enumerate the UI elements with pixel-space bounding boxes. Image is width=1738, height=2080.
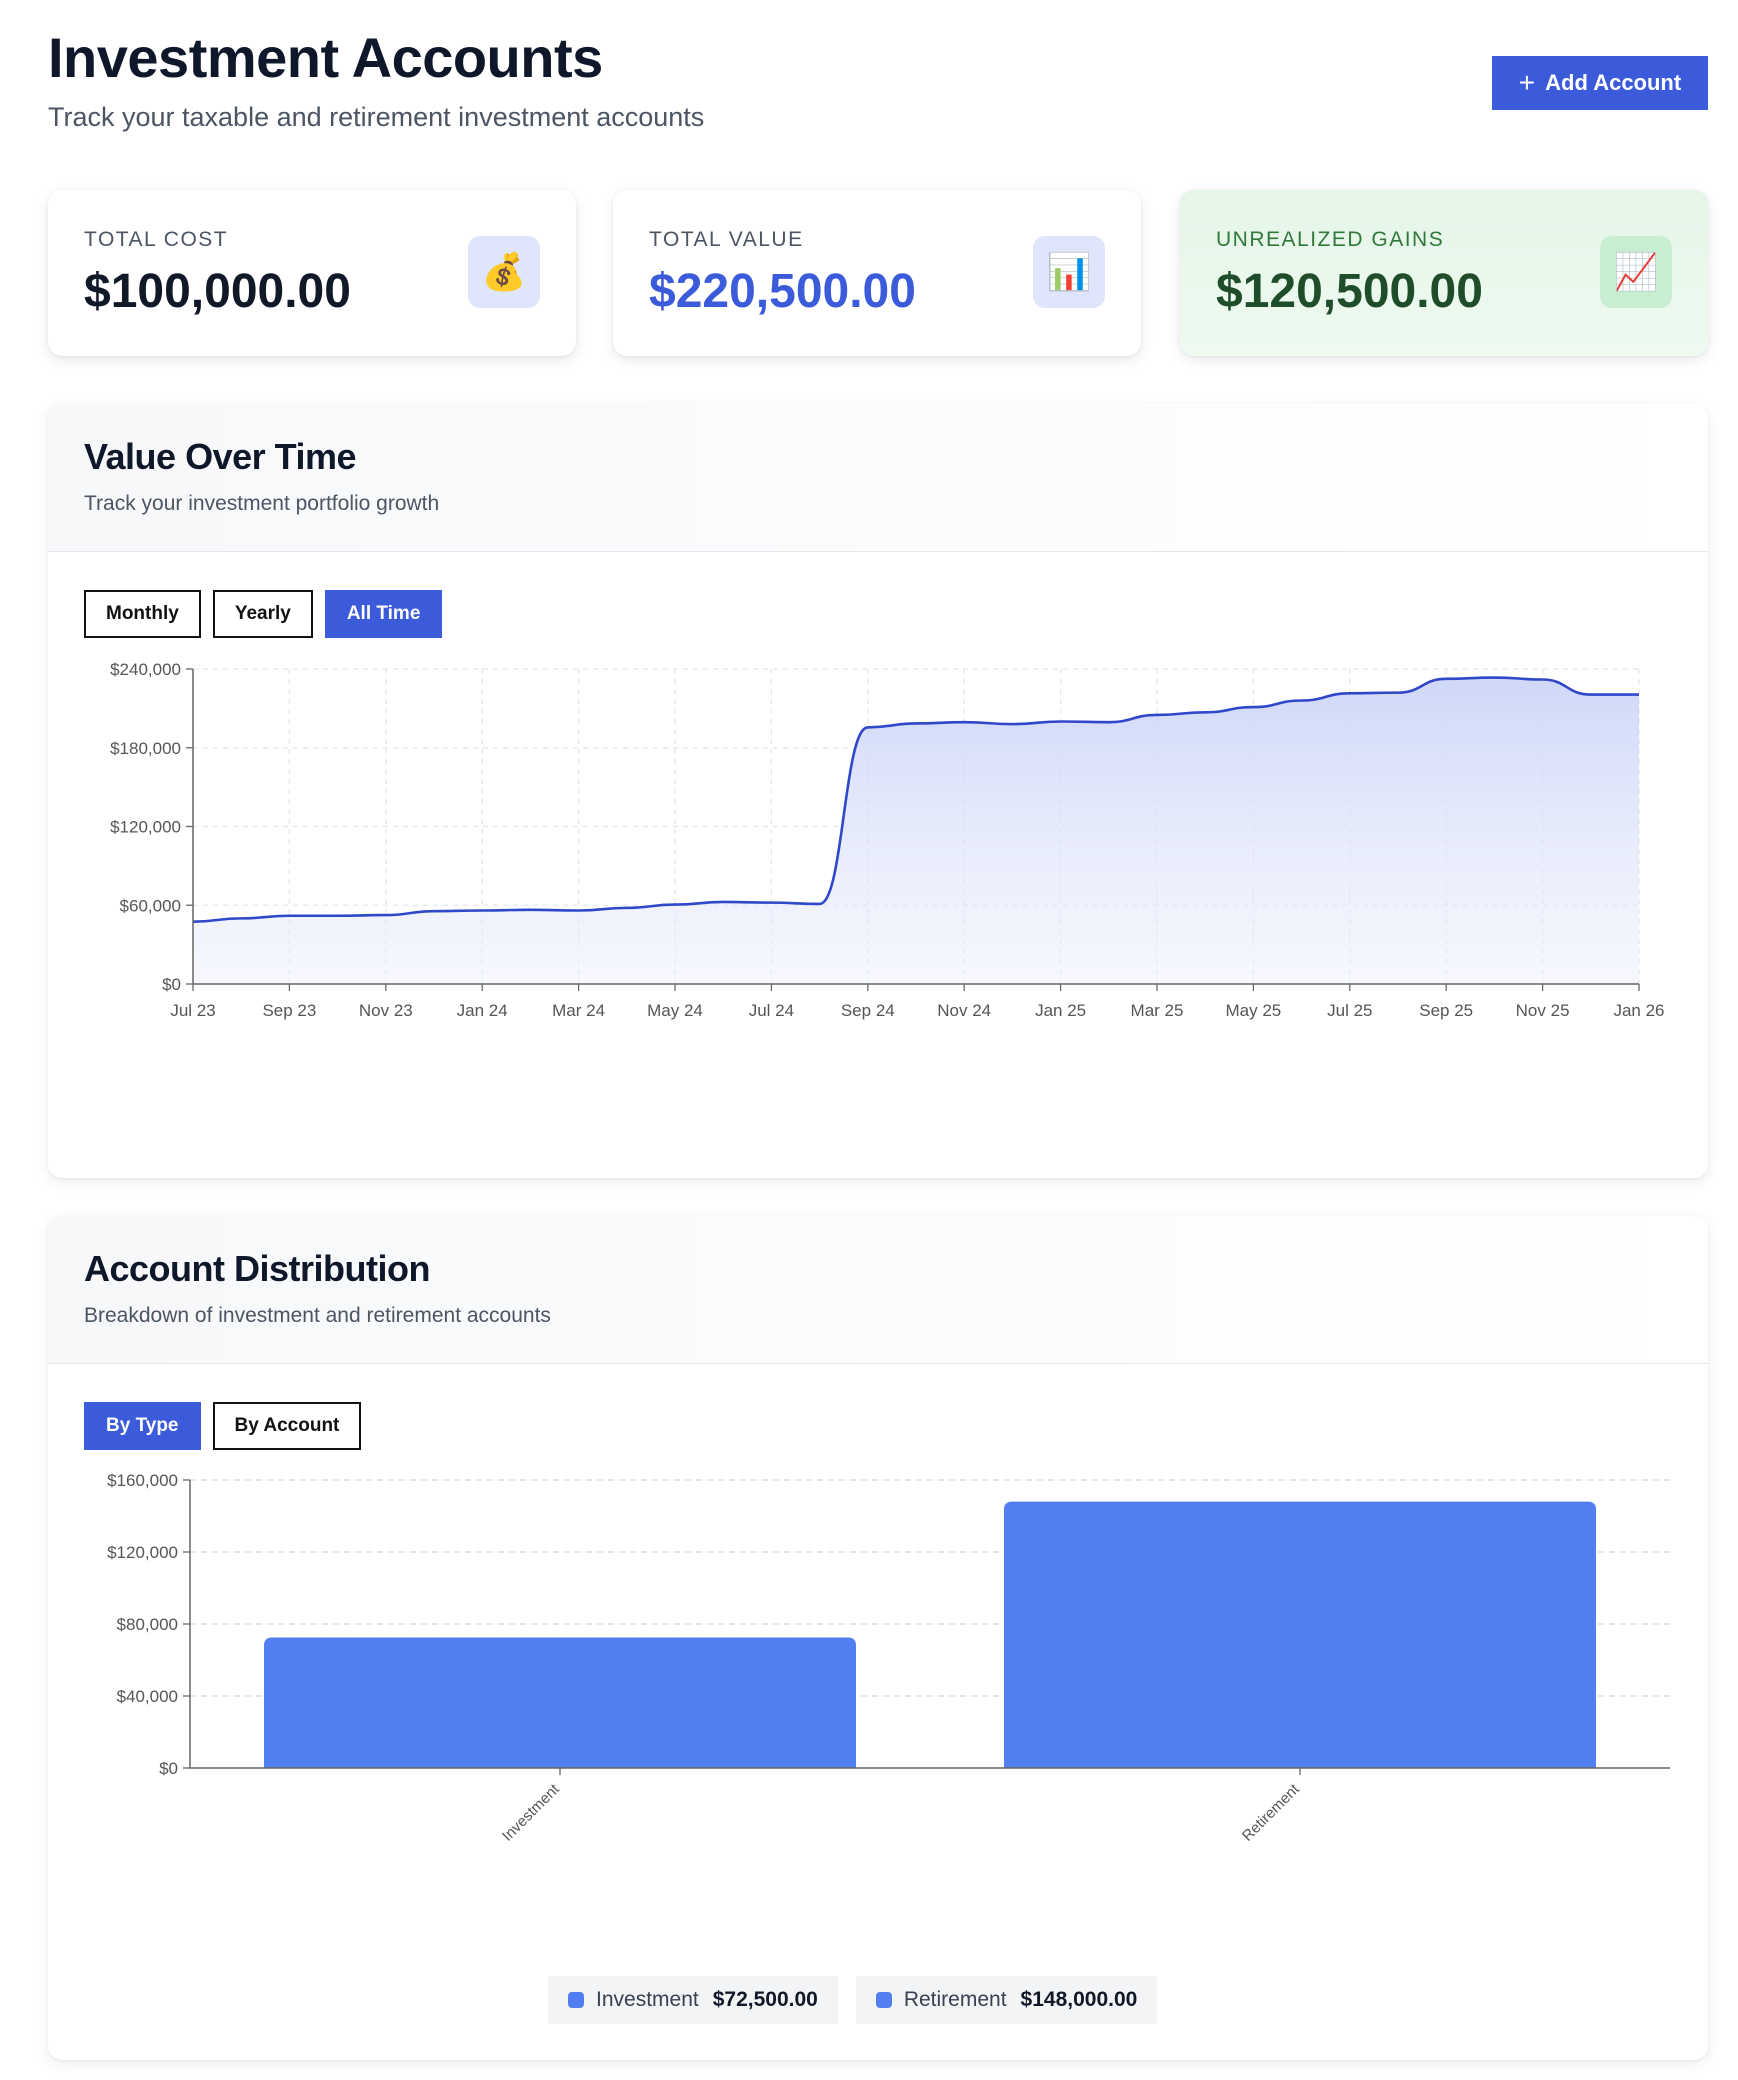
x-tick-label: Jan 26 — [1613, 1001, 1664, 1020]
x-tick-label: Jul 24 — [749, 1001, 794, 1020]
y-tick-label: $80,000 — [117, 1615, 178, 1634]
page-title: Investment Accounts — [48, 26, 603, 89]
stat-value: $100,000.00 — [84, 265, 351, 318]
x-tick-label: Jan 25 — [1035, 1001, 1086, 1020]
x-tick-label: Nov 25 — [1516, 1001, 1570, 1020]
plus-icon: + — [1518, 67, 1536, 98]
x-tick-label: Nov 23 — [359, 1001, 413, 1020]
y-tick-label: $120,000 — [107, 1543, 178, 1562]
stat-value: $120,500.00 — [1216, 265, 1483, 318]
money-bag-icon: 💰 — [468, 236, 540, 308]
x-tick-label: May 24 — [647, 1001, 703, 1020]
x-tick-label: May 25 — [1226, 1001, 1282, 1020]
account-distribution-chart: $0 $40,000 $80,000 $120,000 $160,000 Investme… — [107, 1471, 1670, 1845]
tab-all-time[interactable]: All Time — [324, 590, 443, 638]
distribution-tabs: By Type By Account — [84, 1402, 362, 1450]
panel-header: Account Distribution Breakdown of invest… — [48, 1216, 1708, 1364]
x-tick-label: Sep 23 — [262, 1001, 316, 1020]
stat-label: UNREALIZED GAINS — [1216, 228, 1445, 251]
stat-value: $220,500.00 — [649, 265, 916, 318]
x-tick-label: Jul 23 — [170, 1001, 215, 1020]
legend-swatch — [568, 1992, 584, 2008]
add-account-button[interactable]: + Add Account — [1492, 56, 1708, 110]
page-header: Investment Accounts Track your taxable a… — [48, 28, 1708, 148]
x-tick-label: Mar 25 — [1131, 1001, 1184, 1020]
value-over-time-panel: Value Over Time Track your investment po… — [48, 404, 1708, 1178]
legend-label: Investment — [596, 1988, 699, 2011]
y-tick-label: $0 — [159, 1759, 178, 1778]
bar-investment — [264, 1637, 856, 1768]
x-tick-label: Sep 24 — [841, 1001, 895, 1020]
legend-value: $148,000.00 — [1020, 1988, 1138, 2011]
x-tick-label: Retirement — [1239, 1780, 1303, 1844]
panel-title: Account Distribution — [84, 1248, 430, 1289]
x-tick-label: Investment — [499, 1780, 563, 1844]
period-tabs: Monthly Yearly All Time — [84, 590, 443, 638]
y-tick-label: $40,000 — [117, 1687, 178, 1706]
page-subtitle: Track your taxable and retirement invest… — [48, 102, 705, 132]
panel-subtitle: Track your investment portfolio growth — [84, 492, 440, 515]
y-tick-label: $0 — [162, 975, 181, 994]
unrealized-gains-card: UNREALIZED GAINS $120,500.00 📈 — [1180, 190, 1708, 356]
tab-by-type[interactable]: By Type — [84, 1402, 201, 1450]
stat-label: TOTAL COST — [84, 228, 229, 251]
tab-monthly[interactable]: Monthly — [84, 590, 201, 638]
panel-header: Value Over Time Track your investment po… — [48, 404, 1708, 552]
total-cost-card: TOTAL COST $100,000.00 💰 — [48, 190, 576, 356]
legend-label: Retirement — [903, 1988, 1007, 2011]
y-tick-label: $240,000 — [110, 660, 181, 679]
legend-item-retirement: Retirement $148,000.00 — [855, 1976, 1158, 2024]
bar-retirement — [1004, 1501, 1596, 1768]
x-tick-label: Nov 24 — [937, 1001, 991, 1020]
legend-value: $72,500.00 — [712, 1988, 818, 2011]
tab-by-account[interactable]: By Account — [212, 1402, 362, 1450]
legend-swatch — [875, 1992, 892, 2008]
y-tick-label: $160,000 — [107, 1471, 178, 1490]
legend-item-investment: Investment $72,500.00 — [548, 1976, 838, 2024]
total-value-card: TOTAL VALUE $220,500.00 📊 — [613, 190, 1141, 356]
chart-increasing-icon: 📈 — [1600, 236, 1672, 308]
y-tick-label: $60,000 — [120, 896, 181, 915]
y-tick-label: $180,000 — [110, 739, 181, 758]
x-tick-label: Sep 25 — [1419, 1001, 1473, 1020]
bar-chart-icon: 📊 — [1033, 236, 1105, 308]
panel-title: Value Over Time — [84, 436, 357, 477]
chart-legend: Investment $72,500.00 Retirement $148,00… — [548, 1976, 1158, 2024]
x-tick-label: Mar 24 — [552, 1001, 605, 1020]
add-account-label: Add Account — [1545, 70, 1682, 95]
tab-yearly[interactable]: Yearly — [212, 590, 313, 638]
x-tick-label: Jul 25 — [1327, 1001, 1372, 1020]
value-over-time-chart: $0 $60,000 $120,000 $180,000 $240,000 Jul 23 S… — [110, 660, 1664, 1020]
stat-label: TOTAL VALUE — [649, 228, 804, 251]
panel-subtitle: Breakdown of investment and retirement a… — [84, 1304, 551, 1327]
y-tick-label: $120,000 — [110, 818, 181, 837]
account-distribution-panel: Account Distribution Breakdown of invest… — [48, 1216, 1708, 2060]
x-tick-label: Jan 24 — [457, 1001, 508, 1020]
